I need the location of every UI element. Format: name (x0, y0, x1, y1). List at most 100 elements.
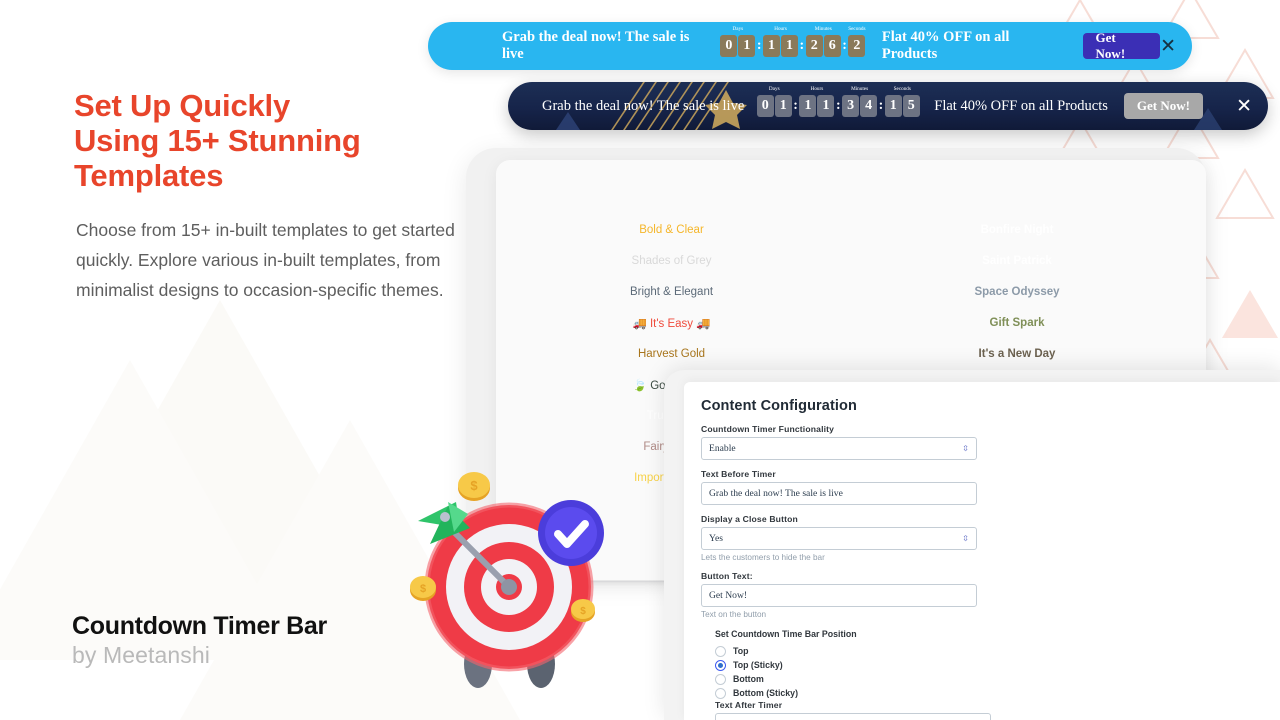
position-options: Top Top (Sticky) Bottom Bottom (Sticky) (715, 644, 977, 700)
banner-text-before: Grab the deal now! The sale is live (542, 97, 745, 114)
timer-separator: : (793, 98, 798, 113)
headline-line-2: Using 15+ Stunning (74, 123, 361, 158)
field-text-before: Text Before Timer Grab the deal now! The… (701, 469, 977, 505)
config-form: Countdown Timer Functionality Enable ⇳ T… (684, 414, 1280, 720)
timer-digit: 1 (781, 35, 799, 57)
product-byline: by Meetanshi (72, 642, 210, 668)
field-functionality: Countdown Timer Functionality Enable ⇳ (701, 424, 977, 460)
timer-unit: Hours 1 1 (799, 86, 835, 117)
template-label: Bonfire Night (980, 223, 1054, 236)
field-help: Text on the button (701, 610, 767, 619)
countdown-timer: Days 0 1: Hours 1 1: Minutes 3 4: Seconds 1 5 (756, 86, 920, 117)
timer-digit: 0 (720, 35, 738, 57)
product-branding: Countdown Timer Bar by Meetanshi (72, 612, 327, 669)
timer-digit: 1 (774, 95, 792, 117)
banner-text-after: Flat 40% OFF on all Products (881, 29, 1010, 62)
config-title: Content Configuration (701, 398, 857, 414)
chevron-updown-icon: ⇳ (962, 443, 969, 453)
template-label: Harvest Gold (637, 347, 706, 360)
timer-digit: 1 (817, 95, 835, 117)
field-label: Button Text: (701, 571, 753, 581)
button-text-input[interactable]: Get Now! (701, 584, 977, 607)
timer-digit: 1 (763, 35, 781, 57)
field-label: Text After Timer (715, 700, 783, 710)
timer-unit-label: Days (732, 26, 744, 32)
countdown-banner-navy: Grab the deal now! The sale is live Days… (508, 82, 1268, 130)
field-value: Grab the deal now! The sale is live (709, 488, 843, 499)
timer-separator: : (842, 38, 847, 53)
get-now-button[interactable]: Get Now! (1123, 93, 1203, 119)
field-value: Yes (709, 533, 723, 544)
radio-dot[interactable] (715, 659, 726, 671)
position-radio-option[interactable]: Top (Sticky) (715, 658, 977, 672)
timer-digit: 1 (738, 35, 756, 57)
position-radio-option[interactable]: Bottom (715, 672, 977, 686)
template-label: Shades of Grey (631, 254, 712, 267)
get-now-button[interactable]: Get Now! (1082, 30, 1161, 61)
timer-digit: 1 (799, 95, 817, 117)
timer-digit: 2 (848, 35, 866, 57)
radio-label: Bottom (Sticky) (733, 688, 799, 698)
content-configuration-card: Content Configuration Countdown Timer Fu… (684, 382, 1280, 720)
timer-unit: Days 0 1 (756, 86, 792, 117)
field-button-text: Button Text: Get Now! Text on the button (701, 571, 977, 619)
timer-unit-label: Hours (810, 86, 824, 92)
radio-dot[interactable] (715, 673, 726, 685)
radio-label: Bottom (733, 674, 764, 684)
chevron-updown-icon: ⇳ (962, 533, 969, 543)
timer-unit: Days 0 1 (720, 26, 756, 57)
timer-digit: 0 (756, 95, 774, 117)
functionality-select[interactable]: Enable ⇳ (701, 437, 977, 460)
svg-text:$: $ (420, 583, 426, 595)
close-icon[interactable]: ✕ (1160, 37, 1176, 56)
timer-digit: 4 (860, 95, 878, 117)
timer-separator: : (878, 98, 884, 113)
template-label: Gift Spark (989, 316, 1045, 329)
dartboard-target-illustration: $ $ $ (408, 466, 628, 694)
text-after-input[interactable]: Flat 40% OFF on all Products (715, 713, 991, 720)
product-name: Countdown Timer Bar (72, 612, 327, 640)
position-radio-option[interactable]: Bottom (Sticky) (715, 686, 977, 700)
template-label: Saint Patrick (982, 254, 1052, 267)
template-label: It's a New Day (978, 347, 1056, 360)
close-icon[interactable]: ✕ (1236, 97, 1252, 116)
radio-dot[interactable] (715, 645, 726, 657)
config-column-right: Text After Timer Flat 40% OFF on all Pro… (715, 700, 991, 720)
field-close-button: Display a Close Button Yes ⇳ Lets the cu… (701, 514, 977, 562)
text-before-input[interactable]: Grab the deal now! The sale is live (701, 482, 977, 505)
page-title: Set Up Quickly Using 15+ Stunning Templa… (74, 88, 494, 193)
template-label: Bright & Elegant (629, 285, 714, 298)
field-label: Display a Close Button (701, 514, 798, 524)
position-radio-option[interactable]: Top (715, 644, 977, 658)
field-text-after: Text After Timer Flat 40% OFF on all Pro… (715, 700, 991, 720)
timer-digit: 6 (823, 35, 841, 57)
close-button-select[interactable]: Yes ⇳ (701, 527, 977, 550)
timer-unit-label: Days (768, 86, 780, 92)
countdown-banner-cyan: Grab the deal now! The sale is live Days… (428, 22, 1192, 70)
timer-separator: : (756, 38, 762, 53)
timer-unit-label: Hours (774, 26, 787, 32)
timer-separator: : (799, 38, 805, 53)
timer-digit: 5 (902, 95, 920, 117)
radio-label: Top (Sticky) (733, 660, 783, 670)
svg-text:$: $ (470, 478, 478, 493)
position-radio-group: Set Countdown Time Bar Position Top Top (… (715, 629, 977, 700)
template-label: Space Odyssey (974, 285, 1060, 298)
headline-line-1: Set Up Quickly (74, 88, 290, 123)
headline-line-3: Templates (74, 158, 224, 193)
svg-text:$: $ (580, 606, 586, 617)
timer-unit-label: Seconds (848, 26, 866, 32)
countdown-timer: Days 0 1: Hours 1 1: Minutes 2 6: Seconds 2 (720, 26, 866, 57)
radio-dot[interactable] (715, 687, 726, 699)
timer-digit: 3 (842, 95, 860, 117)
timer-separator: : (835, 98, 841, 113)
timer-unit-label: Minutes (851, 86, 869, 92)
timer-digit: 2 (805, 35, 823, 57)
field-value: Get Now! (709, 590, 748, 601)
field-help: Lets the customers to hide the bar (701, 553, 825, 562)
banner-text-before: Grab the deal now! The sale is live (502, 29, 690, 62)
position-group-label: Set Countdown Time Bar Position (715, 629, 857, 639)
timer-digit: 1 (884, 95, 902, 117)
template-label: Bold & Clear (639, 223, 704, 236)
timer-unit: Hours 1 1 (763, 26, 799, 57)
